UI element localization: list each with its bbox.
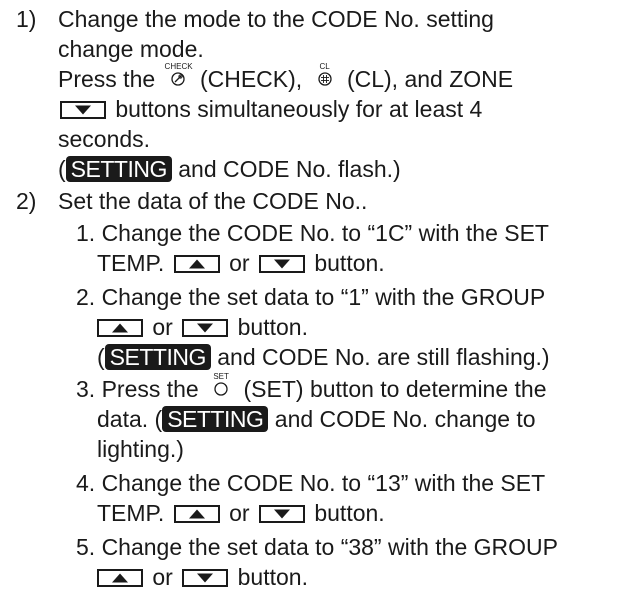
substep-text: TEMP. or button. bbox=[97, 498, 385, 528]
step-text-segment: 3. Press the bbox=[76, 376, 199, 402]
step-text-segment: ( bbox=[97, 344, 105, 370]
step-text-segment: and CODE No. change to bbox=[274, 406, 536, 432]
step-text-segment: (CL), and ZONE bbox=[346, 66, 514, 92]
substep-text: TEMP. or button. bbox=[97, 248, 385, 278]
step-text-segment: TEMP. bbox=[97, 500, 165, 526]
step-text-segment: ( bbox=[58, 156, 66, 182]
step-text-segment: button. bbox=[314, 250, 385, 276]
group-up-button-icon bbox=[97, 318, 143, 337]
step-text-segment: button. bbox=[314, 500, 385, 526]
step-text-segment: and CODE No. are still flashing.) bbox=[217, 344, 550, 370]
step-text: Press the CHECK (CHECK), CL (CL), and ZO… bbox=[58, 61, 514, 94]
group-up-button-icon bbox=[97, 568, 143, 587]
check-wrench-icon bbox=[170, 72, 185, 86]
step-text-segment: and CODE No. flash.) bbox=[178, 156, 401, 182]
zone-down-button-icon bbox=[60, 100, 106, 119]
step-text: (SETTING and CODE No. flash.) bbox=[58, 154, 401, 184]
step-number: 2) bbox=[16, 188, 37, 214]
step-text-segment: Press the bbox=[58, 66, 156, 92]
step-text-segment: or bbox=[229, 500, 250, 526]
set-button-caption: SET bbox=[213, 371, 229, 381]
step-text-segment: or bbox=[152, 314, 173, 340]
substep-text: 4. Change the CODE No. to “13” with the … bbox=[76, 470, 546, 496]
substep-text: or button. bbox=[94, 562, 308, 592]
step-text-segment: or bbox=[152, 564, 173, 590]
set-circle-icon bbox=[214, 382, 228, 396]
group-down-button-icon bbox=[182, 568, 229, 587]
step-text-segment: button. bbox=[237, 564, 308, 590]
substep-text: (SETTING and CODE No. are still flashing… bbox=[97, 342, 550, 372]
cl-button-caption: CL bbox=[319, 61, 330, 71]
step-text: buttons simultaneously for at least 4 bbox=[58, 94, 482, 124]
group-down-button-icon bbox=[182, 318, 229, 337]
setting-badge: SETTING bbox=[104, 343, 211, 370]
step-text-segment: buttons simultaneously for at least 4 bbox=[115, 96, 483, 122]
substep-text: 5. Change the set data to “38” with the … bbox=[76, 534, 558, 560]
set-temp-up-button-icon bbox=[173, 254, 220, 273]
check-button-caption: CHECK bbox=[164, 61, 193, 71]
set-temp-down-button-icon bbox=[258, 254, 305, 273]
step-text-segment: data. ( bbox=[97, 406, 163, 432]
setting-badge: SETTING bbox=[65, 155, 172, 182]
step-text: Set the data of the CODE No.. bbox=[58, 188, 368, 214]
cl-grid-icon bbox=[317, 72, 332, 86]
step-text: Change the mode to the CODE No. setting bbox=[58, 6, 494, 32]
substep-text: 3. Press the SET (SET) button to determi… bbox=[76, 372, 547, 404]
substep-text: 1. Change the CODE No. to “1C” with the … bbox=[76, 220, 549, 246]
step-text: seconds. bbox=[58, 126, 151, 152]
set-button-icon: SET bbox=[208, 372, 234, 402]
step-text-segment: (CHECK), bbox=[199, 66, 303, 92]
step-text-segment: button. bbox=[237, 314, 308, 340]
set-temp-up-button-icon bbox=[173, 504, 220, 523]
step-text: change mode. bbox=[58, 36, 204, 62]
step-number: 1) bbox=[16, 6, 37, 32]
substep-text: 2. Change the set data to “1” with the G… bbox=[76, 284, 546, 310]
substep-text: data. (SETTING and CODE No. change to bbox=[97, 404, 536, 434]
cl-button-icon: CL bbox=[312, 62, 338, 92]
step-text-segment: TEMP. bbox=[97, 250, 165, 276]
check-button-icon: CHECK bbox=[164, 61, 193, 92]
substep-text: or button. bbox=[94, 312, 308, 342]
setting-badge: SETTING bbox=[162, 405, 269, 432]
set-temp-down-button-icon bbox=[258, 504, 305, 523]
step-text-segment: (SET) button to determine the bbox=[243, 376, 547, 402]
substep-text: lighting.) bbox=[97, 436, 184, 462]
step-text-segment: or bbox=[229, 250, 250, 276]
